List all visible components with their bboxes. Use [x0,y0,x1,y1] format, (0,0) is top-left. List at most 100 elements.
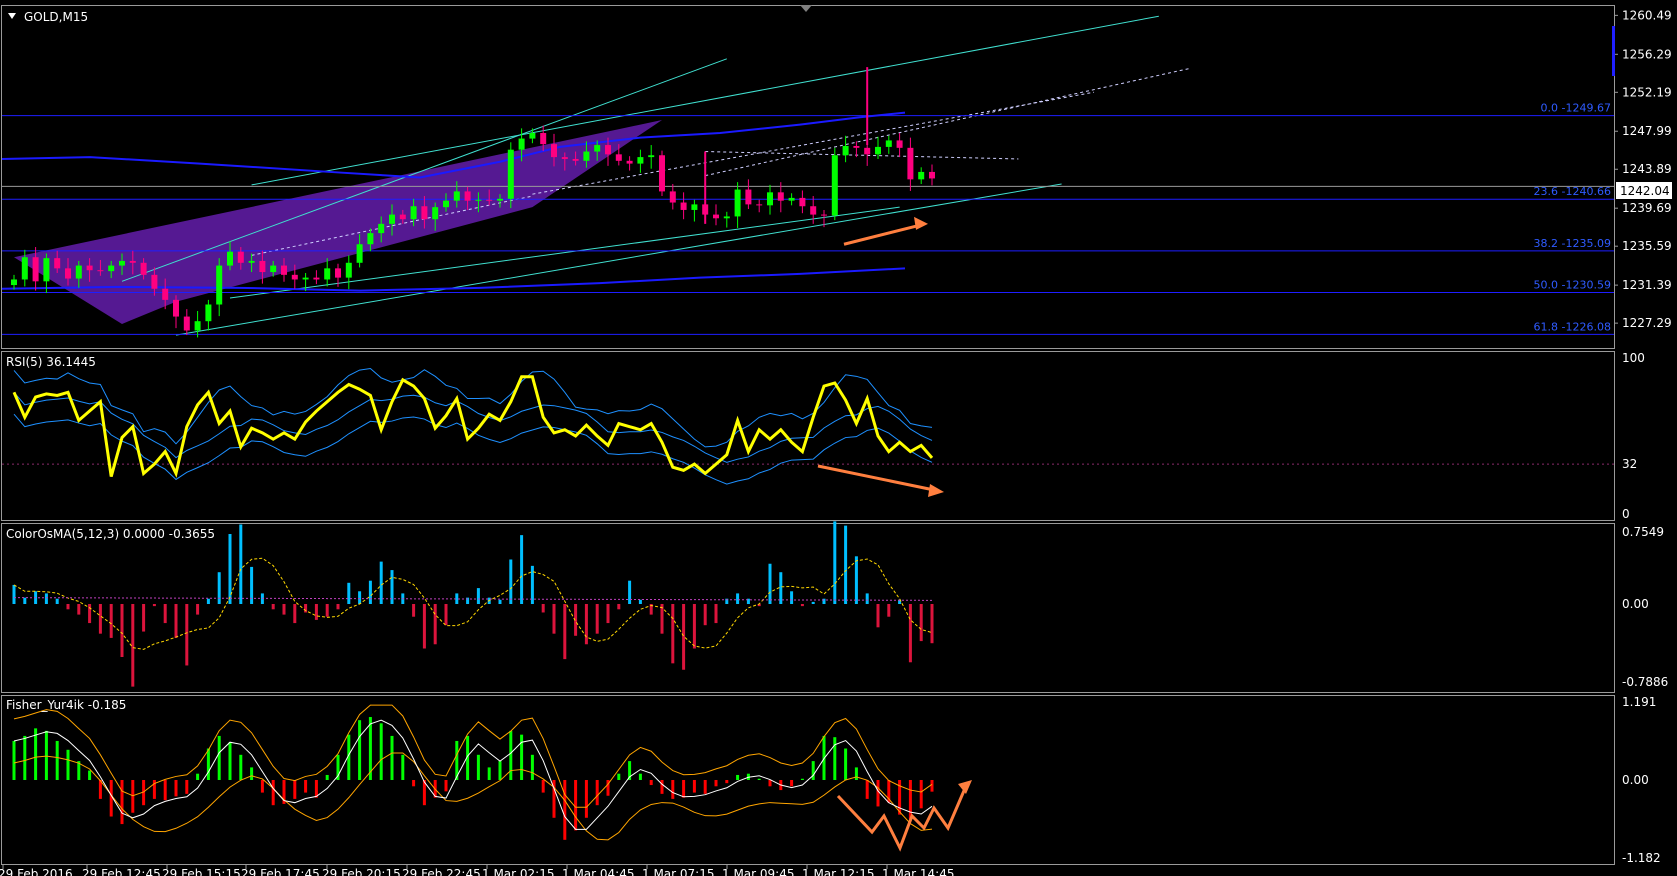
symbol-label: GOLD,M15 [24,10,88,24]
candle-body [378,223,385,234]
candle-body [864,147,871,155]
candle-body [691,204,698,210]
candle-body [669,191,676,203]
price-tick-label: 1260.49 [1622,8,1672,22]
candle-body [432,207,439,220]
time-tick-label: 29 Feb 12:45 [82,867,161,876]
candle-body [313,277,320,280]
price-tick-label: 1252.19 [1622,85,1672,99]
candle-body [270,265,277,273]
candle-body [507,149,514,199]
rsi-tick-label: 32 [1622,457,1637,471]
time-tick-label: 1 Mar 09:45 [722,867,795,876]
price-tick-label: 1239.69 [1622,201,1672,215]
candle-body [227,251,233,266]
candle-body [875,146,881,155]
candle-body [929,171,935,179]
candle-body [356,244,363,263]
candle-body [756,204,763,206]
candle-body [21,257,28,280]
candle-body [680,202,687,210]
candle-body [637,157,644,164]
candle-body [561,157,568,159]
fib-level-label: 50.0 -1230.59 [1534,279,1611,292]
candle-body [335,268,341,278]
time-tick-label: 29 Feb 17:45 [241,867,320,876]
candle-body [75,265,82,279]
candle-body [162,288,169,300]
fib-level-label: 61.8 -1226.08 [1534,320,1611,333]
candle-body [421,206,428,220]
candle-body [399,214,406,220]
time-tick-label: 1 Mar 04:45 [562,867,635,876]
osma-label: ColorOsMA(5,12,3) 0.0000 -0.3655 [6,527,215,541]
candle-body [918,171,925,180]
rsi-tick-label: 100 [1622,351,1645,365]
price-tick-label: 1256.29 [1622,47,1672,61]
candle-body [453,191,460,201]
candle-body [540,133,547,145]
candle-body [551,144,557,158]
candle-body [173,299,179,317]
trading-chart[interactable]: 0.0 -1249.67 23.6 -1240.66 38.2 -1235.09 50… [0,0,1677,876]
candle-body [713,214,719,219]
osma-tick-label: 0.00 [1622,597,1649,611]
time-tick-label: 1 Mar 07:15 [642,867,715,876]
candle-body [108,265,115,272]
candle-body [659,155,665,192]
time-tick-label: 29 Feb 15:15 [162,867,241,876]
time-tick-label: 29 Feb 20:15 [322,867,401,876]
candle-body [97,270,104,272]
candle-body [767,192,773,206]
candle-body [345,262,352,278]
candle-body [831,155,838,216]
rsi-tick-label: 0 [1622,507,1630,521]
candle-body [475,199,482,201]
candle-body [907,147,914,180]
time-tick-label: 29 Feb 2016 [0,867,73,876]
candle-body [32,257,39,282]
candle-body [464,191,471,201]
candle-body [615,154,622,161]
candle-body [248,260,255,263]
candle-body [65,268,71,279]
fisher-tick-label: 0.00 [1622,773,1649,787]
time-tick-label: 1 Mar 14:45 [882,867,955,876]
candle-body [11,279,17,286]
candle-body [86,265,93,271]
fib-level-label: 0.0 -1249.67 [1541,102,1611,115]
candle-body [259,260,266,273]
candle-body [183,316,190,331]
candle-body [216,265,223,305]
price-tick-label: 1247.99 [1622,124,1672,138]
candle-body [281,265,287,275]
time-tick-label: 29 Feb 22:45 [402,867,481,876]
candle-body [788,197,795,201]
fisher-tick-label: -1.182 [1622,851,1661,865]
candle-body [54,258,61,269]
candle-body [853,145,860,148]
candle-body [723,216,730,219]
candle-body [529,133,536,139]
candle-body [777,192,784,201]
candle-body [237,251,244,263]
current-price-label: 1242.04 [1620,184,1670,198]
candle-body [140,262,147,275]
price-tick-label: 1235.59 [1622,239,1672,253]
candle-body [572,158,579,161]
candle-body [389,214,395,224]
candle-body [594,145,601,152]
fib-level-label: 38.2 -1235.09 [1534,237,1611,250]
candle-body [486,199,493,201]
candle-body [119,260,125,266]
time-tick-label: 1 Mar 12:15 [802,867,875,876]
candle-body [885,140,892,147]
candle-body [291,274,298,280]
candle-body [205,304,212,322]
fisher-tick-label: 1.191 [1622,695,1656,709]
price-tick-label: 1231.39 [1622,278,1672,292]
candle-body [302,277,309,280]
time-axis: 29 Feb 2016 29 Feb 12:45 29 Feb 15:15 29 Fe… [0,865,955,876]
candle-body [43,258,50,282]
candle-body [324,268,331,280]
